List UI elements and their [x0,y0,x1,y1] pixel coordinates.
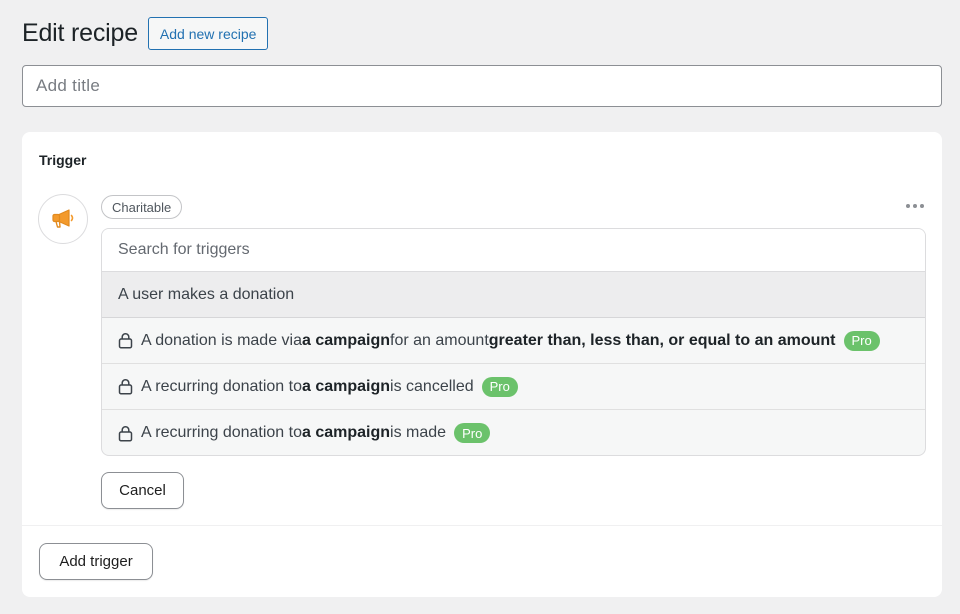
add-trigger-button[interactable]: Add trigger [39,543,153,580]
amount-condition-token: greater than, less than, or equal to an … [488,331,836,349]
pro-badge: Pro [454,423,491,443]
recipe-title-input[interactable] [22,65,942,107]
trigger-search-input[interactable] [102,229,925,272]
cancel-button[interactable]: Cancel [101,472,184,509]
campaign-token: a campaign [302,377,391,395]
lock-icon [118,425,133,442]
trigger-section-title: Trigger [39,152,87,168]
pro-badge: Pro [481,376,518,397]
campaign-token: a campaign [302,331,391,349]
divider [22,525,942,526]
integration-chip: Charitable [101,195,183,219]
trigger-option[interactable]: A user makes a donation [102,272,925,318]
pro-badge: Pro [843,330,880,351]
campaign-token: a campaign [302,424,391,441]
charitable-integration-icon [38,194,88,244]
page-title: Edit recipe [22,19,138,47]
trigger-option-text: for an amount [390,331,489,349]
trigger-option-text: is cancelled [390,377,474,395]
trigger-option-text: A recurring donation to [141,424,302,441]
trigger-option-text: A recurring donation to [141,377,302,395]
add-new-recipe-button[interactable]: Add new recipe [147,17,269,50]
trigger-option-locked[interactable]: A donation is made via a campaign for an… [102,318,925,364]
trigger-dropdown: A user makes a donation A donation is ma… [101,228,926,456]
megaphone-icon [52,209,74,228]
ellipsis-icon[interactable] [904,200,926,212]
trigger-option-text: A user makes a donation [118,285,295,303]
lock-icon [118,378,133,395]
lock-icon [118,332,133,349]
page-header: Edit recipe Add new recipe [22,17,269,50]
trigger-card: Trigger Charitable A user makes a donati… [22,132,942,597]
trigger-option-locked[interactable]: A recurring donation to a campaign is ma… [102,410,925,455]
trigger-option-text: A donation is made via [141,331,302,349]
trigger-option-locked[interactable]: A recurring donation to a campaign is ca… [102,364,925,410]
trigger-option-text: is made [390,424,447,441]
